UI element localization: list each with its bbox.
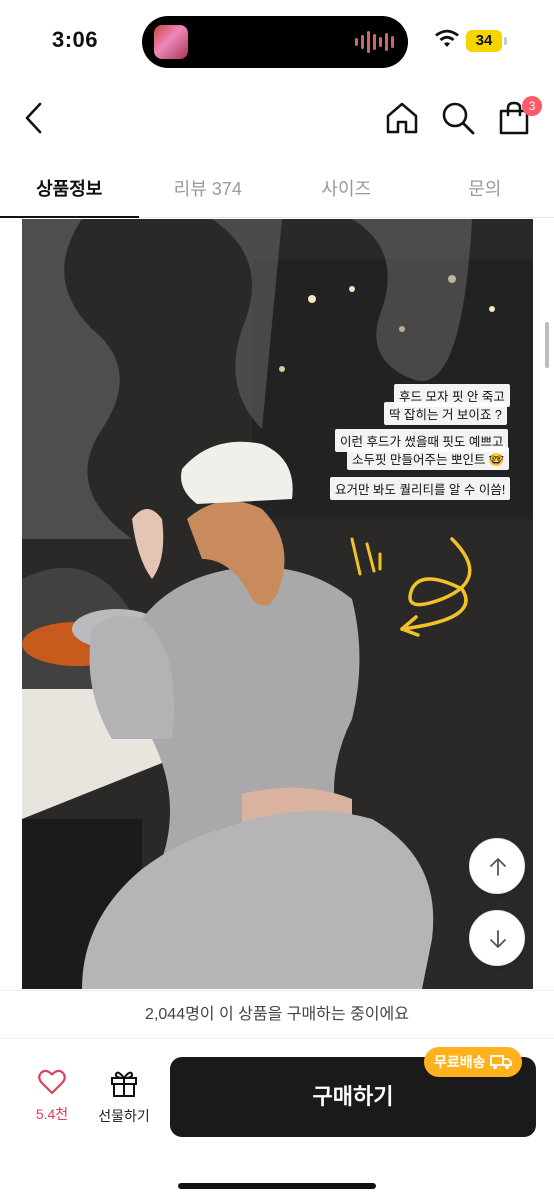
tab-product-info[interactable]: 상품정보: [0, 160, 139, 218]
like-count: 5.4천: [35, 1106, 69, 1122]
buying-count-notice: 2,044명이 이 상품을 구매하는 중이에요: [0, 990, 554, 1038]
wifi-icon: [435, 29, 459, 47]
arrow-down-icon: [490, 930, 506, 948]
tab-size[interactable]: 사이즈: [277, 160, 416, 217]
truck-icon: [489, 1055, 512, 1069]
heart-icon: [38, 1069, 66, 1095]
gift-button[interactable]: 선물하기: [92, 1069, 156, 1129]
status-bar: 3:06 34: [0, 0, 554, 84]
top-navigation: [0, 90, 554, 148]
like-button[interactable]: 5.4천: [26, 1069, 78, 1129]
now-playing-thumbnail: [154, 25, 188, 59]
product-detail-image: 후드 모자 핏 안 죽고 딱 잡히는 거 보이죠 ? 이런 후드가 썼을때 핏도…: [22, 219, 533, 989]
scroll-down-button[interactable]: [469, 910, 525, 966]
back-button[interactable]: [18, 98, 54, 138]
search-button[interactable]: [438, 98, 478, 138]
chevron-left-icon: [25, 102, 42, 134]
audio-wave-icon: [355, 30, 394, 54]
arrow-up-icon: [490, 858, 506, 876]
scrollbar[interactable]: [545, 322, 549, 368]
scroll-up-button[interactable]: [469, 838, 525, 894]
tab-inquiry[interactable]: 문의: [416, 160, 554, 217]
battery-indicator: 34: [466, 30, 502, 52]
dynamic-island: [142, 16, 408, 68]
home-icon: [386, 102, 418, 134]
caption-line: 딱 잡히는 거 보이죠 ?: [384, 402, 507, 425]
caption-line: 요거만 봐도 퀄리티를 알 수 이씀!: [330, 477, 511, 500]
free-shipping-badge: 무료배송: [424, 1047, 522, 1077]
cart-count-badge: 3: [522, 96, 542, 116]
product-tabs: 상품정보 리뷰 374 사이즈 문의: [0, 160, 554, 218]
tab-reviews[interactable]: 리뷰 374: [139, 160, 278, 217]
search-icon: [442, 102, 475, 135]
caption-line: 소두핏 만들어주는 뽀인트 🤓: [347, 447, 510, 470]
home-button[interactable]: [382, 98, 422, 138]
gift-icon: [111, 1071, 137, 1097]
bottom-action-bar: 5.4천 선물하기 구매하기 무료배송: [0, 1038, 554, 1200]
free-shipping-label: 무료배송: [434, 1054, 486, 1070]
home-indicator: [178, 1183, 376, 1189]
gift-label: 선물하기: [98, 1108, 150, 1124]
status-time: 3:06: [52, 27, 99, 52]
battery-tip: [504, 37, 507, 45]
product-photo: [22, 219, 533, 989]
